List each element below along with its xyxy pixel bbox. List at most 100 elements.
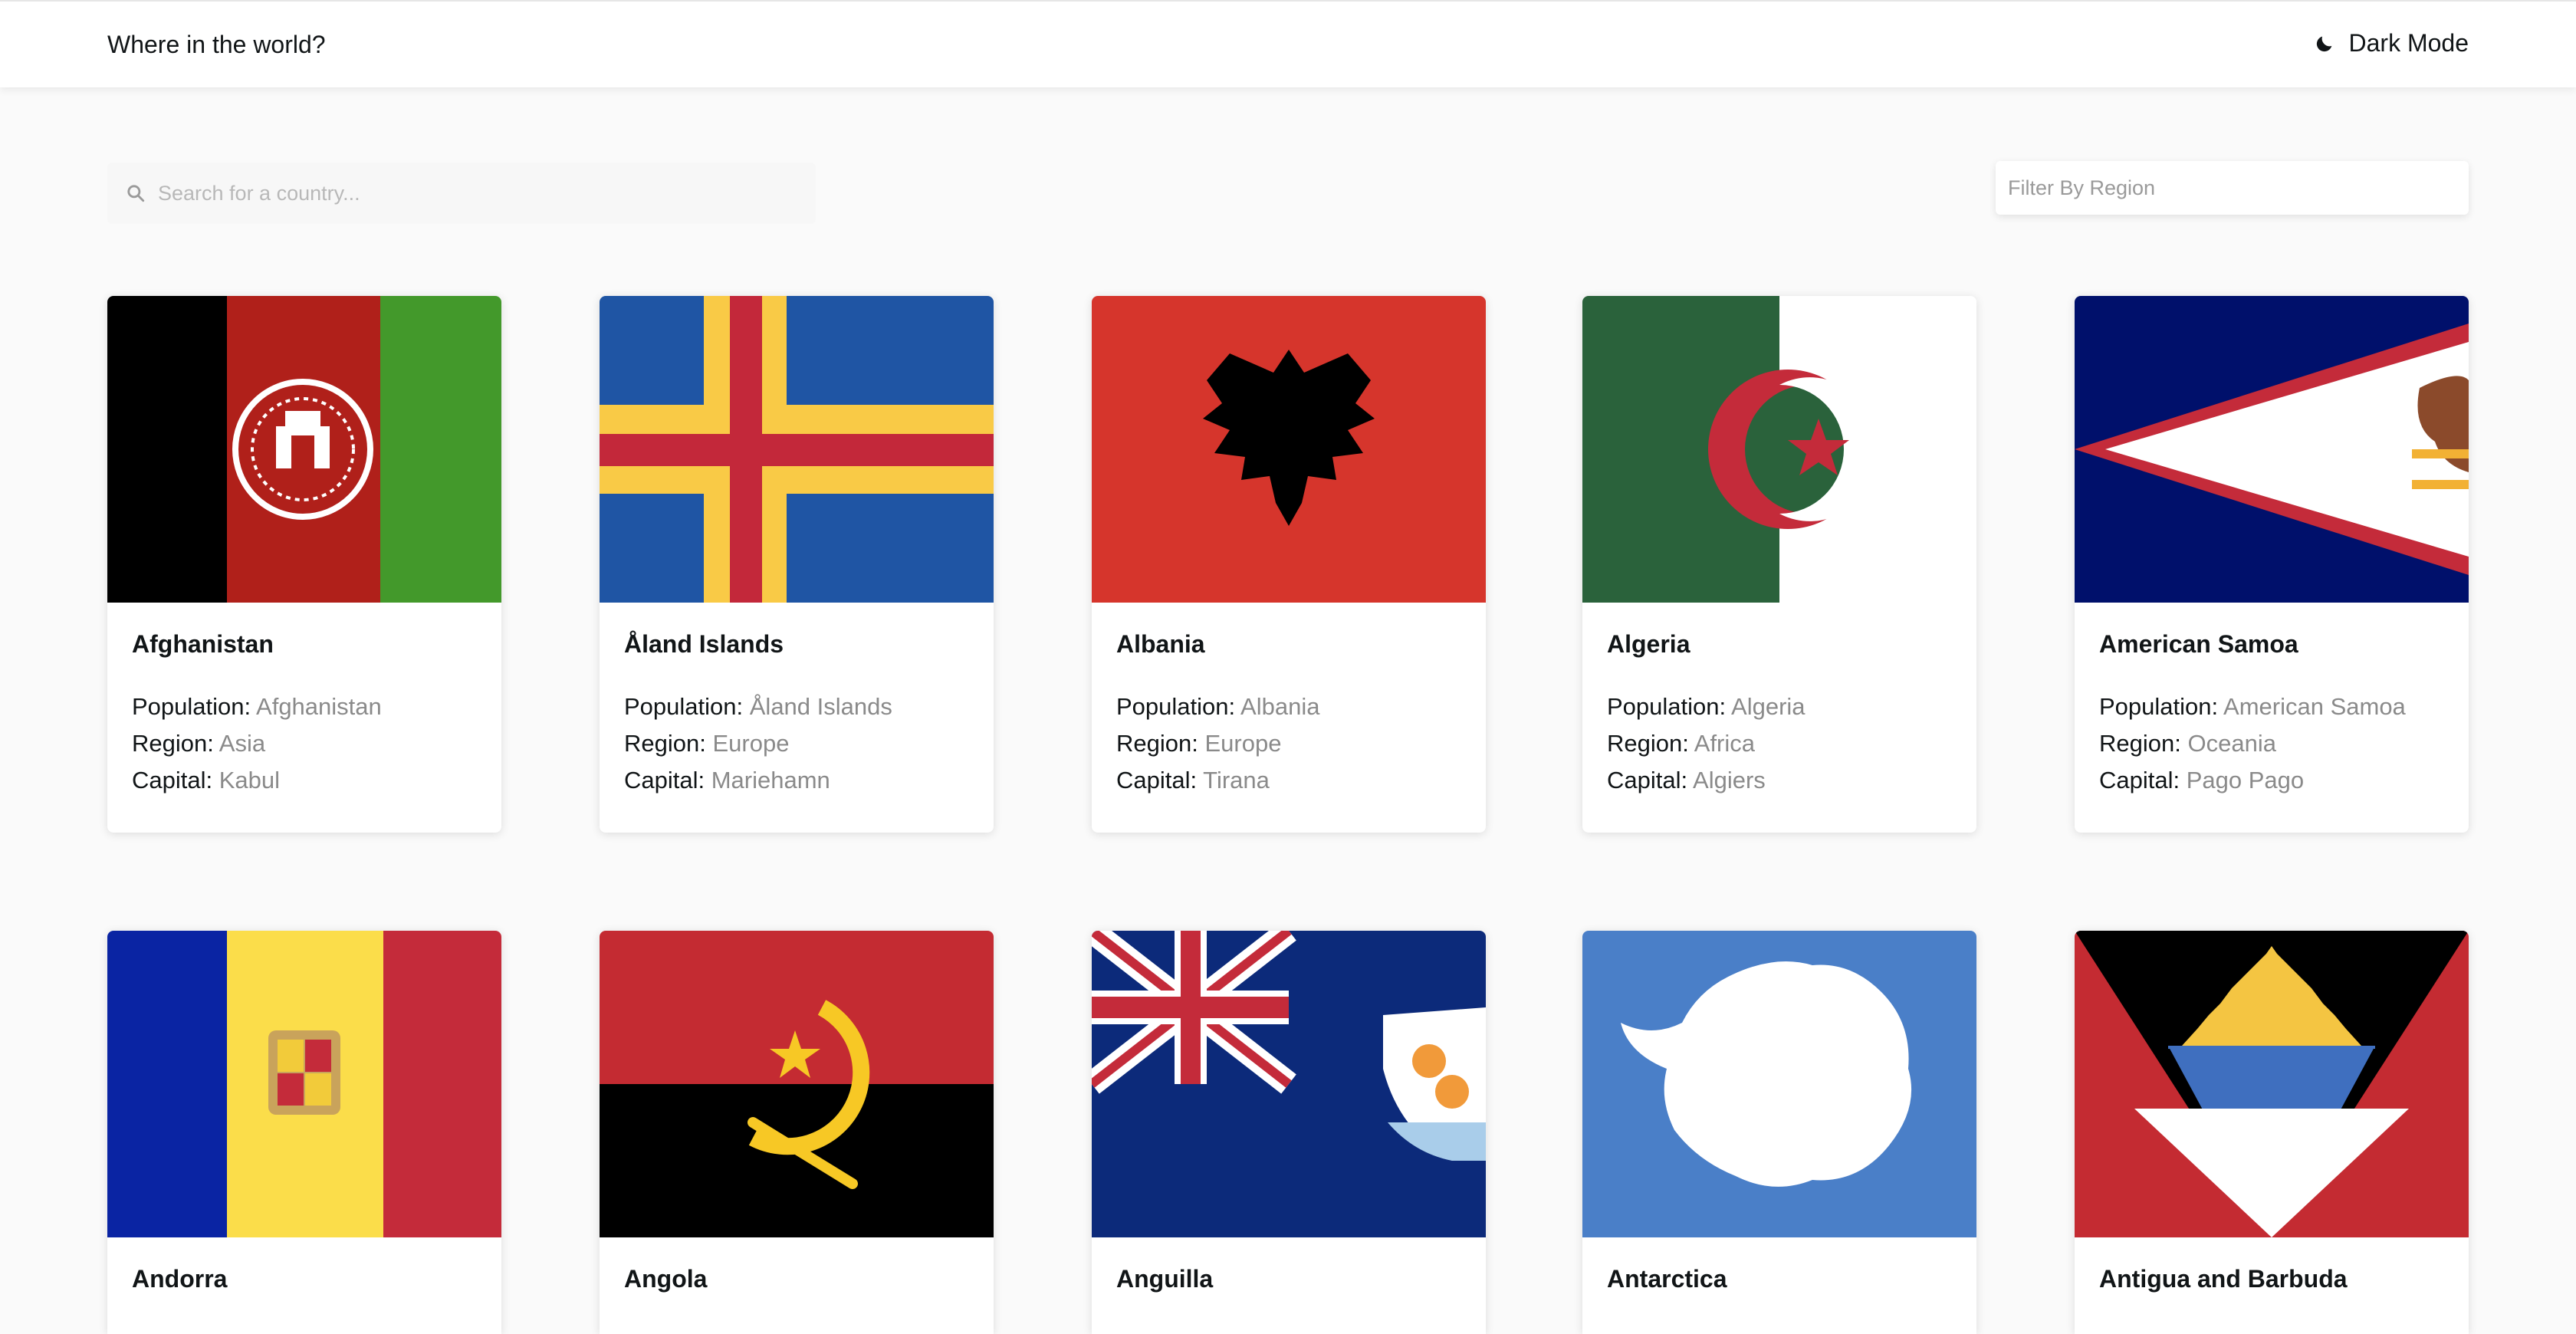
region-label: Region: [624, 730, 706, 757]
albania-flag [1092, 296, 1486, 603]
capital-label: Capital: [2099, 767, 2180, 794]
population-value: Algeria [1731, 693, 1806, 720]
american-samoa-flag [2075, 296, 2469, 603]
country-card-albania[interactable]: Albania Population: Albania Region: Euro… [1092, 296, 1486, 833]
capital-value: Algiers [1693, 767, 1766, 794]
capital-value: Mariehamn [711, 767, 830, 794]
population-label: Population: [624, 693, 744, 720]
country-card-american-samoa[interactable]: American Samoa Population: American Samo… [2075, 296, 2469, 833]
card-body: Afghanistan Population: Afghanistan Regi… [107, 603, 501, 799]
region-label: Region: [2099, 730, 2181, 757]
country-card-andorra[interactable]: Andorra [107, 931, 501, 1334]
dark-mode-toggle[interactable]: Dark Mode [2314, 29, 2469, 58]
antigua-barbuda-flag [2075, 931, 2469, 1237]
search-box [107, 163, 816, 224]
country-name: Andorra [132, 1265, 228, 1293]
antarctica-flag [1582, 931, 1976, 1237]
capital-label: Capital: [132, 767, 213, 794]
region-label: Region: [1607, 730, 1689, 757]
andorra-flag [107, 931, 501, 1237]
anguilla-flag [1092, 931, 1486, 1237]
afghanistan-flag [107, 296, 501, 603]
capital-label: Capital: [1607, 767, 1688, 794]
region-label: Region: [1116, 730, 1198, 757]
country-name: Anguilla [1116, 1265, 1214, 1293]
population-value: Åland Islands [749, 693, 892, 720]
angola-flag [600, 931, 994, 1237]
capital-value: Pago Pago [2186, 767, 2305, 794]
app-title: Where in the world? [107, 31, 326, 58]
region-filter-select[interactable]: Filter By Region [1996, 161, 2469, 215]
capital-value: Kabul [219, 767, 281, 794]
region-line: Region: Africa [1607, 725, 1952, 762]
search-input[interactable] [158, 181, 787, 205]
card-body: Algeria Population: Algeria Region: Afri… [1582, 603, 1976, 799]
region-line: Region: Europe [624, 725, 969, 762]
population-value: American Samoa [2223, 693, 2406, 720]
dark-mode-label: Dark Mode [2348, 29, 2469, 57]
capital-line: Capital: Kabul [132, 762, 477, 799]
population-line: Population: American Samoa [2099, 688, 2444, 725]
region-line: Region: Europe [1116, 725, 1461, 762]
card-body: American Samoa Population: American Samo… [2075, 603, 2469, 799]
country-card-antarctica[interactable]: Antarctica [1582, 931, 1976, 1334]
population-line: Population: Åland Islands [624, 688, 969, 725]
region-value: Europe [712, 730, 790, 757]
population-line: Population: Algeria [1607, 688, 1952, 725]
card-body: Åland Islands Population: Åland Islands … [600, 603, 994, 799]
country-facts: Population: Åland Islands Region: Europe… [624, 688, 969, 799]
region-filter-label: Filter By Region [2008, 176, 2156, 199]
country-facts: Population: Afghanistan Region: Asia Cap… [132, 688, 477, 799]
card-body: Anguilla [1092, 1237, 1486, 1291]
population-value: Albania [1240, 693, 1320, 720]
region-line: Region: Asia [132, 725, 477, 762]
country-card-aland-islands[interactable]: Åland Islands Population: Åland Islands … [600, 296, 994, 833]
region-value: Africa [1694, 730, 1756, 757]
country-name: Angola [624, 1265, 708, 1293]
country-name: Antarctica [1607, 1265, 1727, 1293]
country-card-antigua-and-barbuda[interactable]: Antigua and Barbuda [2075, 931, 2469, 1334]
country-card-afghanistan[interactable]: Afghanistan Population: Afghanistan Regi… [107, 296, 501, 833]
country-facts: Population: American Samoa Region: Ocean… [2099, 688, 2444, 799]
capital-label: Capital: [1116, 767, 1198, 794]
top-header: Where in the world? Dark Mode [0, 0, 2576, 87]
algeria-flag [1582, 296, 1976, 603]
capital-line: Capital: Algiers [1607, 762, 1952, 799]
country-name: Antigua and Barbuda [2099, 1265, 2348, 1293]
capital-line: Capital: Tirana [1116, 762, 1461, 799]
population-label: Population: [2099, 693, 2219, 720]
card-body: Albania Population: Albania Region: Euro… [1092, 603, 1486, 799]
capital-line: Capital: Mariehamn [624, 762, 969, 799]
region-value: Asia [219, 730, 266, 757]
country-card-angola[interactable]: Angola [600, 931, 994, 1334]
population-label: Population: [132, 693, 251, 720]
region-value: Europe [1204, 730, 1282, 757]
capital-value: Tirana [1203, 767, 1270, 794]
search-icon [127, 185, 145, 202]
population-label: Population: [1116, 693, 1236, 720]
population-label: Population: [1607, 693, 1727, 720]
population-line: Population: Albania [1116, 688, 1461, 725]
country-name: American Samoa [2099, 630, 2298, 658]
region-value: Oceania [2187, 730, 2276, 757]
country-facts: Population: Albania Region: Europe Capit… [1116, 688, 1461, 799]
card-body: Angola [600, 1237, 994, 1291]
card-body: Antigua and Barbuda [2075, 1237, 2469, 1291]
moon-icon [2316, 36, 2331, 51]
card-body: Andorra [107, 1237, 501, 1291]
country-name: Afghanistan [132, 630, 274, 658]
card-body: Antarctica [1582, 1237, 1976, 1291]
country-name: Albania [1116, 630, 1205, 658]
country-name: Åland Islands [624, 630, 784, 658]
region-label: Region: [132, 730, 214, 757]
country-facts: Population: Algeria Region: Africa Capit… [1607, 688, 1952, 799]
country-name: Algeria [1607, 630, 1691, 658]
capital-label: Capital: [624, 767, 705, 794]
country-card-anguilla[interactable]: Anguilla [1092, 931, 1486, 1334]
population-value: Afghanistan [256, 693, 382, 720]
capital-line: Capital: Pago Pago [2099, 762, 2444, 799]
country-card-algeria[interactable]: Algeria Population: Algeria Region: Afri… [1582, 296, 1976, 833]
aland-flag [600, 296, 994, 603]
region-line: Region: Oceania [2099, 725, 2444, 762]
population-line: Population: Afghanistan [132, 688, 477, 725]
